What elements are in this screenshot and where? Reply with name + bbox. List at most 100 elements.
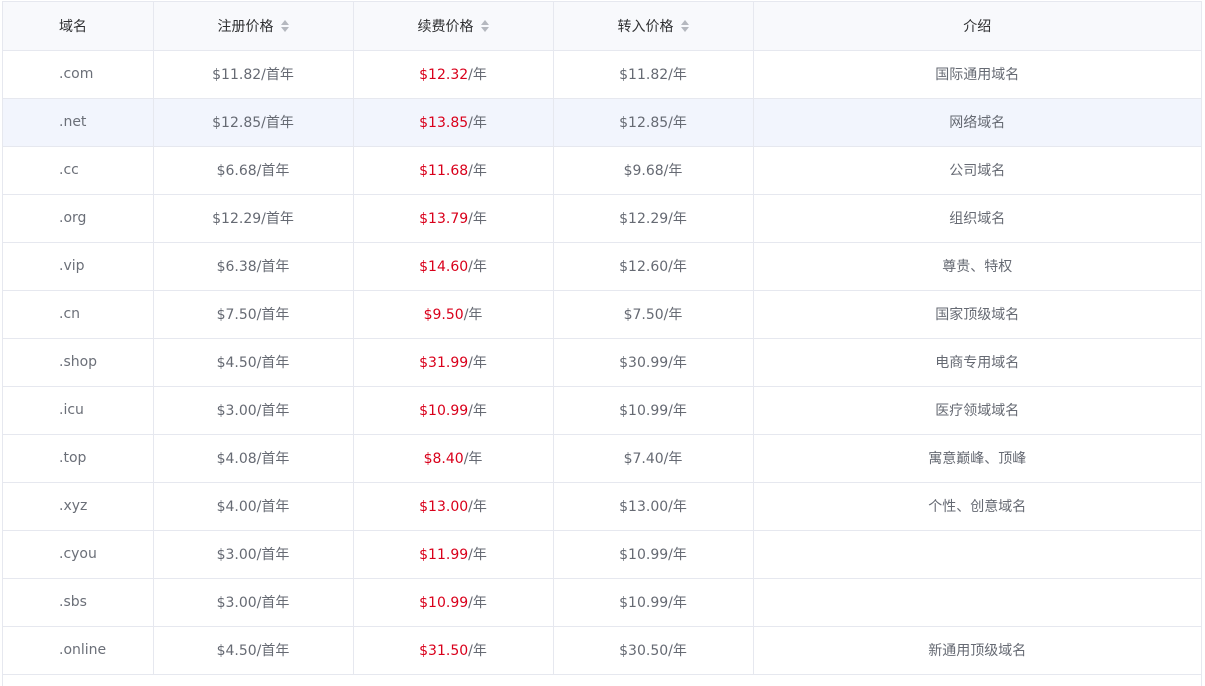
intro-cell: 公司域名	[753, 146, 1201, 195]
transfer-price-cell: $7.40/年	[553, 434, 754, 483]
renew-price-value: $31.99	[419, 355, 469, 371]
header-transfer-price[interactable]: 转入价格	[553, 2, 754, 51]
register-price-cell: $4.50/首年	[153, 338, 354, 387]
transfer-price-cell: $30.50/年	[553, 626, 754, 675]
table-row: .shop $4.50/首年 $31.99/年 $30.99/年 电商专用域名	[3, 338, 1201, 387]
renew-price-cell: $10.99/年	[353, 386, 554, 435]
renew-price-value: $31.50	[419, 643, 469, 659]
renew-price-cell: $11.99/年	[353, 530, 554, 579]
intro-cell: 国家顶级域名	[753, 290, 1201, 339]
table-row: .icu $3.00/首年 $10.99/年 $10.99/年 医疗领域域名	[3, 386, 1201, 435]
table-row: .org $12.29/首年 $13.79/年 $12.29/年 组织域名	[3, 194, 1201, 243]
renew-price-unit: /年	[468, 547, 487, 563]
header-renew-label: 续费价格	[417, 18, 474, 35]
transfer-price-cell: $9.68/年	[553, 146, 754, 195]
domain-cell: .cn	[3, 290, 154, 339]
renew-price-value: $9.50	[423, 307, 464, 323]
renew-price-cell: $10.99/年	[353, 578, 554, 627]
renew-price-unit: /年	[468, 595, 487, 611]
renew-price-cell: $13.79/年	[353, 194, 554, 243]
sort-descending-icon[interactable]	[280, 26, 289, 32]
register-price-cell: $12.29/首年	[153, 194, 354, 243]
table-row: .sbs $3.00/首年 $10.99/年 $10.99/年	[3, 578, 1201, 627]
register-price-cell: $3.00/首年	[153, 530, 354, 579]
sort-ascending-icon[interactable]	[280, 19, 289, 25]
table-body: .com $11.82/首年 $12.32/年 $11.82/年 国际通用域名 .net $…	[3, 50, 1201, 675]
transfer-price-cell: $10.99/年	[553, 578, 754, 627]
register-price-cell: $3.00/首年	[153, 386, 354, 435]
domain-cell: .icu	[3, 386, 154, 435]
sort-icon[interactable]	[680, 19, 689, 32]
intro-cell: 医疗领域域名	[753, 386, 1201, 435]
header-register-price[interactable]: 注册价格	[153, 2, 354, 51]
renew-price-cell: $8.40/年	[353, 434, 554, 483]
renew-price-unit: /年	[468, 163, 487, 179]
header-intro: 介绍	[753, 2, 1201, 51]
sort-icon[interactable]	[280, 19, 289, 32]
table-row: .com $11.82/首年 $12.32/年 $11.82/年 国际通用域名	[3, 50, 1201, 99]
domain-cell: .sbs	[3, 578, 154, 627]
intro-cell: 新通用顶级域名	[753, 626, 1201, 675]
renew-price-unit: /年	[468, 499, 487, 515]
renew-price-unit: /年	[463, 451, 483, 467]
renew-price-cell: $31.99/年	[353, 338, 554, 387]
renew-price-value: $13.79	[419, 211, 469, 227]
register-price-cell: $6.68/首年	[153, 146, 354, 195]
header-intro-label: 介绍	[963, 18, 992, 35]
header-transfer-label: 转入价格	[617, 18, 674, 35]
renew-price-cell: $11.68/年	[353, 146, 554, 195]
domain-cell: .org	[3, 194, 154, 243]
intro-cell	[753, 578, 1201, 627]
register-price-cell: $11.82/首年	[153, 50, 354, 99]
renew-price-value: $8.40	[423, 451, 464, 467]
table-row: .xyz $4.00/首年 $13.00/年 $13.00/年 个性、创意域名	[3, 482, 1201, 531]
table-row: .online $4.50/首年 $31.50/年 $30.50/年 新通用顶级域名	[3, 626, 1201, 675]
transfer-price-cell: $30.99/年	[553, 338, 754, 387]
sort-ascending-icon[interactable]	[680, 19, 689, 25]
table-row: .top $4.08/首年 $8.40/年 $7.40/年 寓意巅峰、顶峰	[3, 434, 1201, 483]
renew-price-value: $10.99	[419, 595, 469, 611]
renew-price-value: $10.99	[419, 403, 469, 419]
intro-cell: 组织域名	[753, 194, 1201, 243]
renew-price-cell: $13.85/年	[353, 98, 554, 147]
intro-cell: 电商专用域名	[753, 338, 1201, 387]
sort-descending-icon[interactable]	[480, 26, 489, 32]
table-row: .cc $6.68/首年 $11.68/年 $9.68/年 公司域名	[3, 146, 1201, 195]
renew-price-unit: /年	[468, 355, 487, 371]
renew-price-unit: /年	[468, 115, 487, 131]
register-price-cell: $4.50/首年	[153, 626, 354, 675]
transfer-price-cell: $10.99/年	[553, 530, 754, 579]
renew-price-unit: /年	[468, 211, 487, 227]
table-row: .net $12.85/首年 $13.85/年 $12.85/年 网络域名	[3, 98, 1201, 147]
table-row: .cyou $3.00/首年 $11.99/年 $10.99/年	[3, 530, 1201, 579]
renew-price-cell: $13.00/年	[353, 482, 554, 531]
table-row: .cn $7.50/首年 $9.50/年 $7.50/年 国家顶级域名	[3, 290, 1201, 339]
header-domain: 域名	[3, 2, 154, 51]
domain-cell: .shop	[3, 338, 154, 387]
renew-price-cell: $9.50/年	[353, 290, 554, 339]
domain-cell: .top	[3, 434, 154, 483]
intro-cell: 个性、创意域名	[753, 482, 1201, 531]
register-price-cell: $4.00/首年	[153, 482, 354, 531]
header-register-label: 注册价格	[217, 18, 274, 35]
domain-cell: .net	[3, 98, 154, 147]
transfer-price-cell: $12.60/年	[553, 242, 754, 291]
domain-cell: .xyz	[3, 482, 154, 531]
renew-price-unit: /年	[468, 403, 487, 419]
header-domain-label: 域名	[59, 18, 87, 35]
header-renew-price[interactable]: 续费价格	[353, 2, 554, 51]
transfer-price-cell: $7.50/年	[553, 290, 754, 339]
intro-cell: 寓意巅峰、顶峰	[753, 434, 1201, 483]
sort-descending-icon[interactable]	[680, 26, 689, 32]
sort-icon[interactable]	[480, 19, 489, 32]
renew-price-value: $13.00	[419, 499, 469, 515]
transfer-price-cell: $10.99/年	[553, 386, 754, 435]
renew-price-value: $11.99	[419, 547, 469, 563]
sort-ascending-icon[interactable]	[480, 19, 489, 25]
domain-cell: .vip	[3, 242, 154, 291]
table-header: 域名 注册价格 续费价格 转入价格 介绍	[3, 2, 1201, 51]
register-price-cell: $3.00/首年	[153, 578, 354, 627]
transfer-price-cell: $12.85/年	[553, 98, 754, 147]
renew-price-value: $12.32	[419, 67, 469, 83]
transfer-price-cell: $11.82/年	[553, 50, 754, 99]
